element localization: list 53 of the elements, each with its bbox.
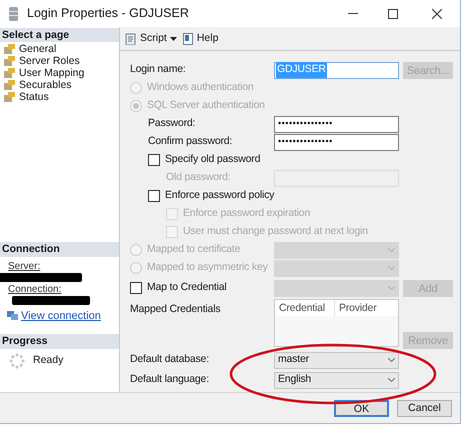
connection-icon bbox=[7, 310, 18, 322]
field-label: Mapped Credentials bbox=[130, 302, 222, 317]
window-title: Login Properties - GDJUSER bbox=[27, 5, 189, 22]
checkbox: User must change password at next login bbox=[166, 224, 460, 240]
script-icon bbox=[125, 32, 137, 44]
field-label: Confirm password: bbox=[148, 134, 234, 150]
column-header: Provider bbox=[338, 301, 378, 316]
connection-label: Connection: bbox=[8, 284, 62, 296]
dropdown[interactable]: master bbox=[274, 352, 399, 368]
page-item[interactable]: Server Roles bbox=[0, 55, 119, 67]
checkbox[interactable]: Map to Credential bbox=[130, 280, 274, 296]
field-label: Password: bbox=[148, 116, 196, 132]
server-label: Server: bbox=[8, 260, 42, 272]
view-connection-link[interactable]: View connection bbox=[21, 308, 101, 324]
section-header: Progress bbox=[0, 334, 119, 349]
chevron-down-icon bbox=[388, 378, 395, 382]
chevron-down-icon bbox=[388, 248, 395, 252]
page-item[interactable]: Status bbox=[0, 91, 119, 103]
page-item[interactable]: Securables bbox=[0, 79, 119, 91]
radio-button: Windows authentication bbox=[130, 80, 460, 96]
page-icon bbox=[4, 92, 15, 102]
spinner-icon bbox=[9, 353, 25, 369]
field-label: Default language: bbox=[130, 372, 210, 388]
status-text: Ready bbox=[33, 353, 64, 368]
field-label: Old password: bbox=[166, 170, 232, 186]
radio-button: Mapped to certificate bbox=[130, 242, 274, 258]
radio-button: Mapped to asymmetric key bbox=[130, 260, 274, 276]
radio-button: SQL Server authentication bbox=[130, 98, 460, 114]
column-header: Credential bbox=[275, 300, 335, 316]
chevron-down-icon bbox=[388, 266, 395, 270]
database-icon bbox=[8, 6, 19, 22]
page-icon bbox=[4, 68, 15, 78]
maximize-icon[interactable] bbox=[388, 8, 398, 18]
help-icon bbox=[182, 32, 194, 44]
chevron-down-icon bbox=[388, 286, 395, 290]
page-icon bbox=[4, 56, 15, 66]
section-header: Connection bbox=[0, 242, 119, 256]
page-icon bbox=[4, 44, 15, 54]
help-button[interactable]: Help bbox=[182, 30, 220, 46]
field-label: Login name: bbox=[130, 62, 187, 78]
field-label: Default database: bbox=[130, 352, 210, 368]
minimize-icon[interactable] bbox=[348, 12, 358, 14]
chevron-down-icon bbox=[388, 358, 395, 362]
script-button[interactable]: Script bbox=[124, 30, 178, 46]
close-icon[interactable] bbox=[432, 8, 442, 18]
checkbox: Enforce password expiration bbox=[166, 206, 460, 222]
page-item[interactable]: User Mapping bbox=[0, 67, 119, 79]
section-header: Select a page bbox=[0, 28, 119, 42]
dropdown[interactable]: English bbox=[274, 372, 399, 388]
page-icon bbox=[4, 80, 15, 90]
caret-icon bbox=[170, 36, 177, 40]
page-item[interactable]: General bbox=[0, 43, 119, 55]
dialog-button[interactable]: Cancel bbox=[397, 400, 452, 416]
